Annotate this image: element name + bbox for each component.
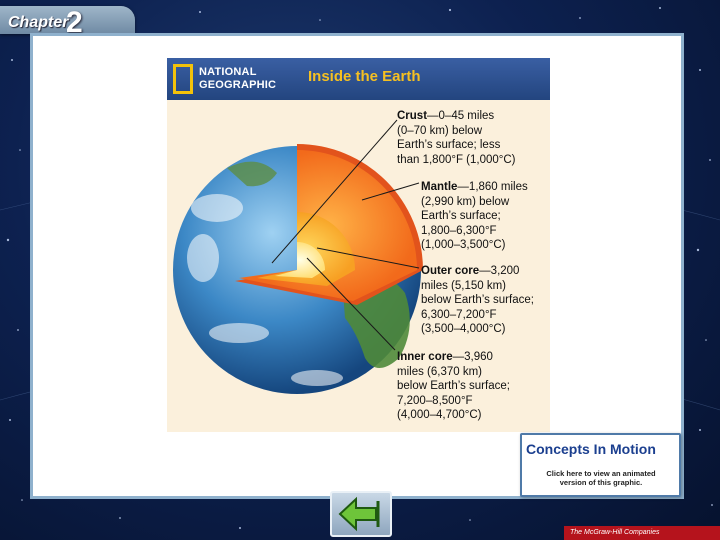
callout-inner-core-line: —3,960: [452, 351, 493, 363]
callout-mantle-line: (1,000–3,500°C): [421, 239, 506, 251]
chapter-tab: Chapter 2: [0, 6, 135, 39]
callout-inner-core-line: miles (6,370 km): [397, 365, 482, 378]
cloud-swirl: [209, 323, 269, 343]
callout-crust-line: —0–45 miles: [427, 110, 495, 122]
back-arrow-icon: [338, 496, 380, 532]
callout-outer-core-line: 6,300–7,200°F: [421, 308, 497, 321]
callout-mantle-line: Earth’s surface;: [421, 210, 501, 222]
cloud-swirl: [191, 194, 243, 222]
callout-crust: Crust—0–45 miles (0–70 km) below Earth’s…: [397, 109, 516, 167]
callout-inner-core-line: (4,000–4,700°C): [397, 409, 482, 421]
concepts-in-motion-button[interactable]: Concepts In Motion Click here to view an…: [520, 433, 681, 497]
publisher-bar: The McGraw-Hill Companies: [564, 526, 720, 540]
callout-crust-line: (0–70 km) below: [397, 124, 483, 137]
callout-outer-core-name: Outer core: [421, 265, 480, 277]
callout-mantle-line: 1,800–6,300°F: [421, 224, 497, 237]
caption-line: version of this graphic.: [559, 478, 643, 487]
callout-outer-core: Outer core—3,200 miles (5,150 km) below …: [421, 264, 534, 337]
concepts-in-motion-logo: Concepts In Motion: [526, 441, 656, 457]
back-button[interactable]: [330, 491, 392, 537]
callout-inner-core-line: below Earth’s surface;: [397, 380, 510, 392]
callout-crust-line: than 1,800°F (1,000°C): [397, 153, 516, 166]
callout-outer-core-line: (3,500–4,000°C): [421, 323, 506, 335]
concepts-in-motion-caption: Click here to view an animated version o…: [530, 469, 672, 487]
caption-line: Click here to view an animated: [546, 469, 656, 478]
chapter-label: Chapter: [8, 14, 69, 31]
callout-mantle: Mantle—1,860 miles (2,990 km) below Eart…: [421, 180, 528, 253]
callout-outer-core-line: —3,200: [479, 265, 520, 277]
cloud-swirl: [291, 370, 343, 386]
callout-mantle-line: —1,860 miles: [457, 181, 528, 193]
earth-interior-figure: NATIONAL GEOGRAPHIC Inside the Earth Cru…: [167, 58, 550, 432]
callout-inner-core-name: Inner core: [397, 351, 453, 363]
callout-mantle-line: (2,990 km) below: [421, 195, 510, 208]
cloud-swirl: [187, 234, 219, 282]
callout-outer-core-line: below Earth’s surface;: [421, 294, 534, 306]
callout-inner-core-line: 7,200–8,500°F: [397, 394, 473, 407]
callout-crust-name: Crust: [397, 110, 428, 122]
callout-crust-line: Earth’s surface; less: [397, 139, 501, 151]
callout-inner-core: Inner core—3,960 miles (6,370 km) below …: [397, 350, 510, 423]
callout-mantle-name: Mantle: [421, 181, 458, 193]
callout-outer-core-line: miles (5,150 km): [421, 279, 506, 292]
